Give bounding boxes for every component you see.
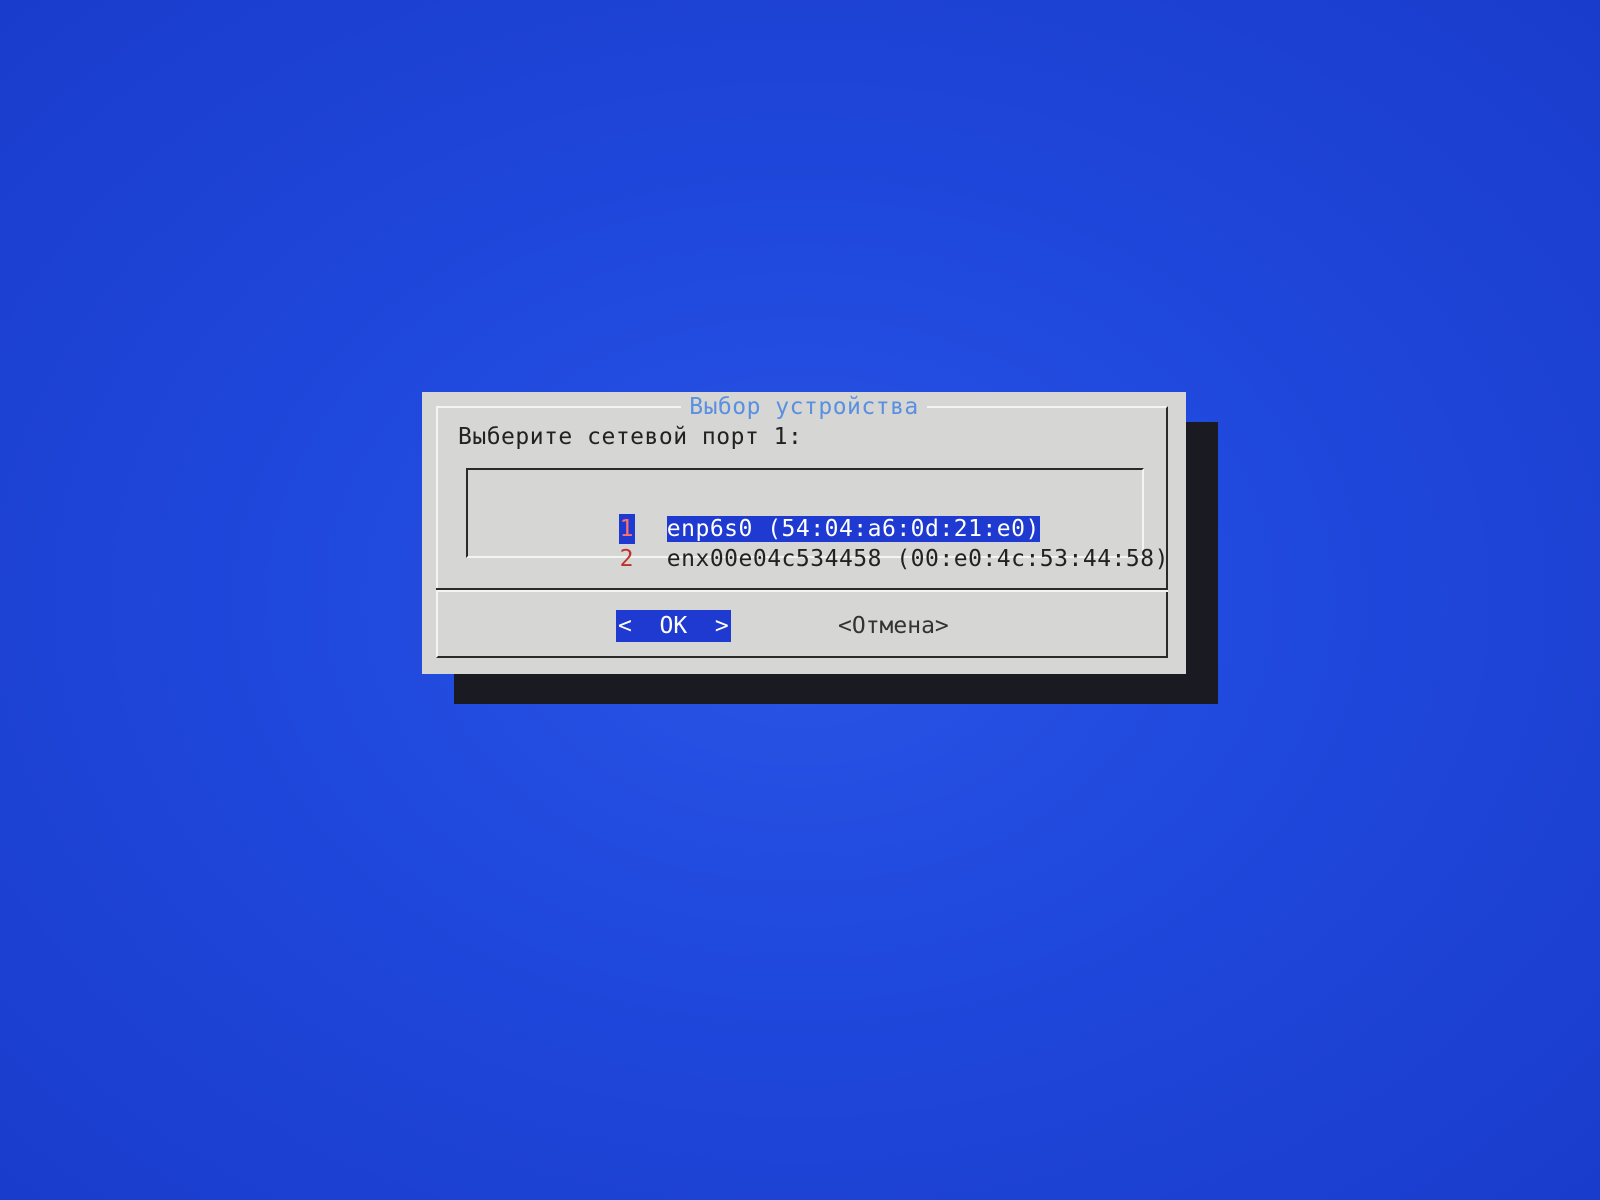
screen: Выбор устройства Выберите сетевой порт 1… [0,0,1600,1200]
dialog-title: Выбор устройства [681,394,927,420]
button-separator [436,588,1168,592]
list-item-2[interactable]: 2 enx00e04c534458 (00:e0:4c:53:44:58) [504,514,1169,572]
ok-button[interactable]: < OK > [616,610,731,642]
dialog-title-bar: Выбор устройства [422,394,1186,422]
list-item-label: enx00e04c534458 (00:e0:4c:53:44:58) [666,546,1169,572]
cancel-button[interactable]: <Отмена> [838,610,949,642]
list-item-number: 2 [619,546,634,572]
list-item-1[interactable]: 1 enp6s0 (54:04:a6:0d:21:e0) [504,484,1040,544]
device-select-dialog: Выбор устройства Выберите сетевой порт 1… [422,392,1186,674]
network-port-list[interactable]: 1 enp6s0 (54:04:a6:0d:21:e0) 2 enx00e04c53… [466,468,1168,572]
dialog-prompt: Выберите сетевой порт 1: [458,424,803,450]
